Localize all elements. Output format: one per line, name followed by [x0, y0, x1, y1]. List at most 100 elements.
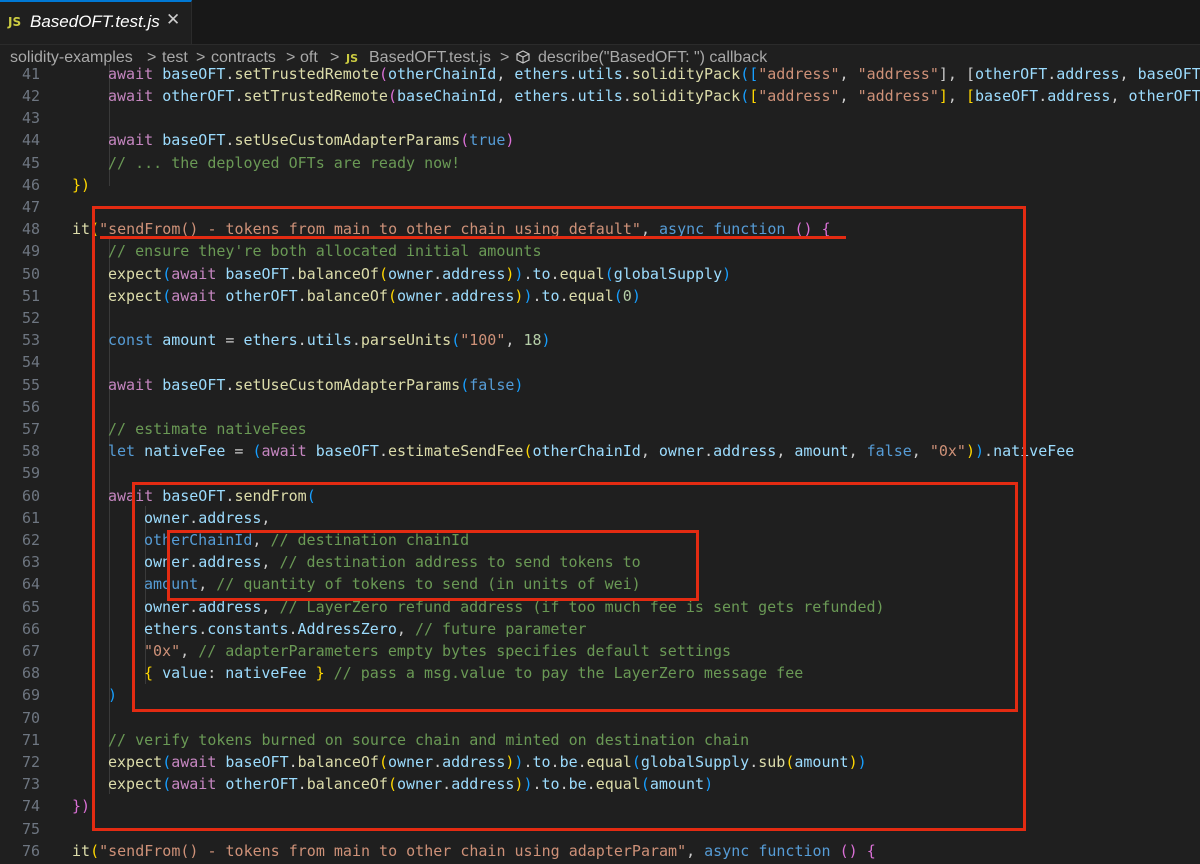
line-number: 42 — [21, 86, 40, 105]
line-number: 48 — [21, 220, 40, 239]
line-number: 75 — [21, 819, 40, 838]
tab-bar: JS BasedOFT.test.js ✕ — [0, 0, 1200, 45]
code-token: . — [622, 64, 632, 83]
line-number: 66 — [21, 619, 40, 638]
code-line[interactable]: }) — [72, 174, 90, 196]
close-icon[interactable]: ✕ — [166, 10, 180, 30]
code-token: solidityPack — [631, 86, 741, 105]
line-number: 44 — [21, 131, 40, 150]
line-number: 49 — [21, 242, 40, 261]
code-line[interactable]: await baseOFT. setTrustedRemote(otherChai… — [108, 64, 1200, 85]
tab-title: BasedOFT.test.js — [30, 12, 160, 31]
code-line[interactable]: await baseOFT.setUseCustomAdapterParams(… — [108, 129, 514, 151]
code-token: async — [704, 841, 759, 860]
code-editor[interactable]: 41 42 43 44 45 46 47 48 49 50 51 52 53 54 55 56 57 58 59 60… — [0, 64, 1200, 864]
line-number: 46 — [21, 175, 40, 194]
line-number: 73 — [21, 775, 40, 794]
code-token: otherChainId — [387, 64, 497, 83]
line-number-gutter: 41 42 43 44 45 46 47 48 49 50 51 52 53 54 55 56 57 58 59 60… — [0, 64, 60, 864]
code-token: ethers — [514, 86, 569, 105]
line-number: 59 — [21, 464, 40, 483]
line-number: 72 — [21, 752, 40, 771]
code-token: "address" — [758, 64, 840, 83]
code-token: it — [72, 841, 91, 860]
code-token: , — [1110, 86, 1129, 105]
line-number: 68 — [21, 664, 40, 683]
line-number: 61 — [21, 508, 40, 527]
line-number: 53 — [21, 331, 40, 350]
code-token: address — [1047, 86, 1111, 105]
code-token: setTrustedRemote — [243, 86, 388, 105]
code-line[interactable]: await otherOFT.setTrustedRemote(baseChai… — [108, 85, 1200, 107]
code-token: , — [686, 841, 705, 860]
code-token: [ — [965, 86, 975, 105]
code-token: utils — [577, 64, 623, 83]
line-number: 71 — [21, 730, 40, 749]
code-token: await — [108, 64, 163, 83]
code-token: ( — [460, 131, 470, 150]
line-number: 67 — [21, 641, 40, 660]
code-token: }) — [72, 797, 91, 816]
code-token: baseOFT — [162, 64, 226, 83]
code-token: }) — [72, 175, 91, 194]
code-token: . — [1038, 86, 1048, 105]
line-number: 54 — [21, 353, 40, 372]
code-token: () — [839, 841, 867, 860]
code-token: ( — [378, 64, 388, 83]
code-token: solidityPack — [631, 64, 741, 83]
code-token: , — [1119, 64, 1138, 83]
code-line[interactable]: }) — [72, 795, 90, 817]
line-number: 50 — [21, 264, 40, 283]
code-token: { — [866, 841, 876, 860]
code-token: . — [622, 86, 632, 105]
code-token: otherOFT — [1128, 86, 1200, 105]
code-token: setUseCustomAdapterParams — [234, 131, 461, 150]
code-token: ( — [740, 86, 750, 105]
line-number: 51 — [21, 286, 40, 305]
code-token: ethers — [514, 64, 569, 83]
code-line[interactable]: // ... the deployed OFTs are ready now! — [108, 152, 460, 174]
code-token: ) — [505, 131, 515, 150]
code-token: "sendFrom() - tokens from main to other … — [99, 841, 687, 860]
line-number: 63 — [21, 553, 40, 572]
code-token: ( — [387, 86, 397, 105]
line-number: 70 — [21, 708, 40, 727]
tab-basedoft-test[interactable]: JS BasedOFT.test.js ✕ — [0, 0, 192, 44]
code-token: "address" — [857, 86, 939, 105]
code-token: await — [108, 131, 163, 150]
code-token: baseOFT — [1137, 64, 1200, 83]
line-number: 65 — [21, 597, 40, 616]
code-token: , — [496, 64, 515, 83]
line-number: 45 — [21, 153, 40, 172]
line-number: 62 — [21, 530, 40, 549]
highlight-underline — [100, 236, 846, 239]
line-number: 74 — [21, 797, 40, 816]
line-number: 58 — [21, 442, 40, 461]
line-number: 52 — [21, 308, 40, 327]
code-token: [ — [749, 86, 759, 105]
code-token: , — [839, 86, 858, 105]
symbol-method-icon — [516, 50, 530, 64]
code-token: await — [108, 86, 163, 105]
code-token: ([ — [740, 64, 759, 83]
code-token: . — [568, 64, 578, 83]
code-token: "address" — [857, 64, 939, 83]
line-number: 76 — [21, 841, 40, 860]
code-token: baseOFT — [975, 86, 1039, 105]
line-number: 55 — [21, 375, 40, 394]
code-token: setTrustedRemote — [234, 64, 379, 83]
line-number: 69 — [21, 686, 40, 705]
line-number: 64 — [21, 575, 40, 594]
code-token: . — [568, 86, 578, 105]
code-token: otherOFT — [162, 86, 235, 105]
code-token: , — [839, 64, 858, 83]
code-token: ], [ — [938, 64, 975, 83]
code-token: true — [469, 131, 506, 150]
code-token: "address" — [758, 86, 840, 105]
code-token: function — [758, 841, 840, 860]
code-line[interactable]: it("sendFrom() - tokens from main to oth… — [72, 840, 876, 862]
code-token: it — [72, 220, 91, 239]
code-token: utils — [577, 86, 623, 105]
code-token: otherOFT — [975, 64, 1048, 83]
code-token: . — [1047, 64, 1057, 83]
